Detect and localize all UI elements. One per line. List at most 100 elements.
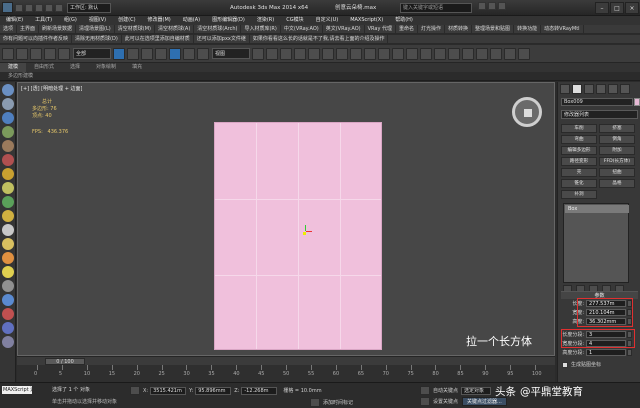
time-slider[interactable]: 0 / 100 xyxy=(17,356,555,365)
shape-icon[interactable] xyxy=(2,140,14,152)
cone-icon[interactable] xyxy=(2,210,14,222)
gizmo-y-axis[interactable] xyxy=(305,225,306,231)
plugin-item[interactable]: 重命名 xyxy=(396,25,419,33)
link-icon[interactable] xyxy=(30,47,42,60)
menu-rendering[interactable]: 渲染(R) xyxy=(251,16,280,25)
sphere-icon[interactable] xyxy=(2,168,14,180)
plugin-item[interactable]: 清空材质球(A) xyxy=(155,25,195,33)
menu-help[interactable]: 帮助(H) xyxy=(389,16,419,25)
menu-create[interactable]: 创建(C) xyxy=(112,16,141,25)
scale-icon[interactable] xyxy=(197,47,209,60)
render-production-icon[interactable] xyxy=(490,47,502,60)
cylinder-icon[interactable] xyxy=(2,182,14,194)
autokey-label[interactable]: 自动关键点 xyxy=(433,387,458,394)
maxscript-listener[interactable]: MAXScript 迷 xyxy=(2,386,32,394)
plugin-item[interactable]: 清空材质球(Arch) xyxy=(194,25,242,33)
ffd-box-button[interactable]: FFD(长方体) xyxy=(599,157,635,166)
taper-button[interactable]: 锥化 xyxy=(561,179,597,188)
pyramid-icon[interactable] xyxy=(2,266,14,278)
plugin-item[interactable]: 主界面 xyxy=(17,25,40,33)
rendered-frame-icon[interactable] xyxy=(476,47,488,60)
redo-icon[interactable] xyxy=(55,3,63,12)
teapot-icon[interactable] xyxy=(2,280,14,292)
cap-holes-button[interactable]: 补洞 xyxy=(561,190,597,199)
menu-edit[interactable]: 编辑(E) xyxy=(0,16,29,25)
menu-customize[interactable]: 自定义(U) xyxy=(310,16,345,25)
curve-editor-icon[interactable] xyxy=(420,47,432,60)
space-warp-icon[interactable] xyxy=(2,336,14,348)
create-tab-icon[interactable] xyxy=(560,84,570,94)
window-crossing-icon[interactable] xyxy=(155,47,167,60)
graphite-icon[interactable] xyxy=(406,47,418,60)
undo-icon[interactable] xyxy=(2,47,14,60)
plugin-item[interactable]: 材质转换 xyxy=(445,25,473,33)
help-icon[interactable] xyxy=(498,2,506,10)
particle-icon[interactable] xyxy=(2,308,14,320)
material-editor-icon[interactable] xyxy=(448,47,460,60)
reference-coord-dropdown[interactable]: 视图 xyxy=(212,48,250,59)
pivot-center-icon[interactable] xyxy=(252,47,264,60)
bevel-button[interactable]: 倒角 xyxy=(599,135,635,144)
angle-snap-icon[interactable] xyxy=(308,47,320,60)
move-icon[interactable] xyxy=(169,47,181,60)
pink-box-object[interactable] xyxy=(214,122,382,350)
lock-selection-icon[interactable] xyxy=(130,386,140,395)
spline-icon[interactable] xyxy=(2,294,14,306)
named-selection-icon[interactable] xyxy=(350,47,362,60)
maximize-button[interactable]: □ xyxy=(610,2,624,14)
menu-graph-editors[interactable]: 图形编辑器(D) xyxy=(206,16,251,25)
torus-icon[interactable] xyxy=(2,196,14,208)
ribbon-sub-label[interactable]: 多边形建模 xyxy=(0,72,41,81)
save-file-icon[interactable] xyxy=(35,3,43,12)
set-key-icon[interactable] xyxy=(420,397,430,406)
plugin-item[interactable]: 英文(VRay.AO) xyxy=(323,25,365,33)
geosphere-icon[interactable] xyxy=(2,238,14,250)
helper-icon[interactable] xyxy=(2,126,14,138)
hierarchy-tab-icon[interactable] xyxy=(584,84,594,94)
spinner-snap-icon[interactable] xyxy=(336,47,348,60)
selection-filter-dropdown[interactable]: 全部 xyxy=(73,48,111,59)
shell-button[interactable]: 壳 xyxy=(561,168,597,177)
layer-manager-icon[interactable] xyxy=(392,47,404,60)
plugin-item[interactable]: 导入材质库(R) xyxy=(241,25,281,33)
edit-poly-button[interactable]: 编辑多边形 xyxy=(561,146,597,155)
viewcube-navigator[interactable] xyxy=(512,97,542,127)
extrude-button[interactable]: 挤塞 xyxy=(599,124,635,133)
app-logo-icon[interactable] xyxy=(2,2,13,13)
teapot-icon[interactable] xyxy=(518,47,530,60)
rect-selection-icon[interactable] xyxy=(141,47,153,60)
x-coord-field[interactable]: 3515.421m xyxy=(150,386,187,395)
search-input[interactable]: 键入关键字或短语 xyxy=(400,3,472,13)
viewport-layout-icon[interactable] xyxy=(2,84,14,96)
percent-snap-icon[interactable] xyxy=(322,47,334,60)
plugin-item[interactable]: 刷新场景数据 xyxy=(39,25,77,33)
plane-icon[interactable] xyxy=(2,224,14,236)
plugin-item[interactable]: 清空材质球(M) xyxy=(115,25,155,33)
plugin-item[interactable]: 中文(VRay.AO) xyxy=(281,25,323,33)
bend-button[interactable]: 弯曲 xyxy=(561,135,597,144)
lattice-button[interactable]: 晶格 xyxy=(599,179,635,188)
stack-item-box[interactable]: Box xyxy=(565,205,629,213)
set-key-label[interactable]: 设置关键点 xyxy=(433,398,458,405)
motion-tab-icon[interactable] xyxy=(596,84,606,94)
plugin-item[interactable]: 动态转VRayMtl xyxy=(541,25,584,33)
bind-space-warp-icon[interactable] xyxy=(58,47,70,60)
perspective-viewport[interactable]: [+] [透] [明暗处理 + 边面] 总计 多边形: 76 顶点: 40 FP… xyxy=(17,82,555,356)
plugin-note[interactable]: 你有问题可以向插件作者反映 xyxy=(0,35,73,43)
select-manipulate-icon[interactable] xyxy=(266,47,278,60)
utilities-tab-icon[interactable] xyxy=(620,84,630,94)
tab-selection[interactable]: 选择 xyxy=(62,63,88,72)
object-color-swatch[interactable] xyxy=(634,98,640,106)
plugin-item[interactable]: 整理场景和贴图 xyxy=(472,25,515,33)
display-tab-icon[interactable] xyxy=(608,84,618,94)
twist-button[interactable]: 扭曲 xyxy=(599,168,635,177)
rotate-icon[interactable] xyxy=(183,47,195,60)
object-name-field[interactable]: Box009 xyxy=(561,98,633,106)
track-bar[interactable]: 0 5 10 15 20 25 30 35 40 45 50 55 60 65 70 75 80 85 90 95 10… xyxy=(17,365,555,382)
schematic-view-icon[interactable] xyxy=(434,47,446,60)
menu-group[interactable]: 组(G) xyxy=(58,16,83,25)
z-coord-field[interactable]: -12.268m xyxy=(241,386,278,395)
box-icon[interactable] xyxy=(2,154,14,166)
attach-button[interactable]: 附加 xyxy=(599,146,635,155)
redo-icon[interactable] xyxy=(16,47,28,60)
